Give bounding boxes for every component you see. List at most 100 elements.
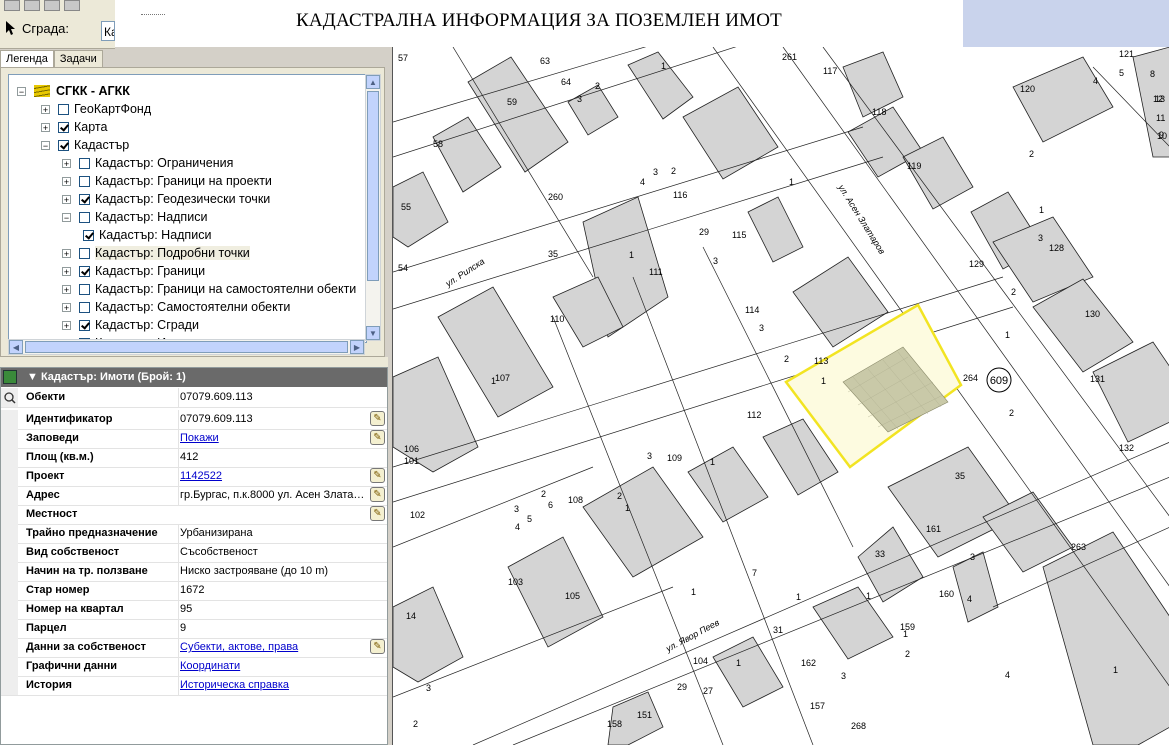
layer-item[interactable]: Кадастър: Надписи xyxy=(83,226,211,244)
layer-item[interactable]: + Кадастър: Сгради xyxy=(62,316,199,334)
property-value: 07079.609.113 xyxy=(178,410,368,429)
panel-splitter[interactable] xyxy=(0,357,388,367)
scroll-left-icon[interactable]: ◀ xyxy=(9,340,23,354)
parcel-number: 2 xyxy=(617,491,622,501)
expand-icon[interactable]: + xyxy=(62,158,71,168)
parcel-number: 105 xyxy=(565,591,580,601)
properties-header[interactable]: ▼ Кадастър: Имоти (Брой: 1) xyxy=(1,368,387,387)
layer-item[interactable]: − Кадастър xyxy=(41,136,129,154)
layer-checkbox[interactable] xyxy=(79,283,90,295)
building-input[interactable]: Ка xyxy=(101,21,115,41)
parcel-number: 2 xyxy=(413,719,418,729)
hscroll-thumb[interactable] xyxy=(25,341,348,353)
map-view[interactable]: 609 ул. Асен Златаров ул. Рилска ул. Яво… xyxy=(392,47,1169,745)
parcel-number: 3 xyxy=(514,504,519,514)
layer-label: Кадастър: Геодезически точки xyxy=(95,192,271,206)
building-search-row: Сграда: xyxy=(4,20,69,36)
row-gutter xyxy=(1,467,18,486)
expand-icon[interactable]: + xyxy=(62,266,71,276)
tree-horizontal-scrollbar[interactable]: ◀ ▶ xyxy=(8,339,365,355)
layer-checkbox[interactable] xyxy=(79,265,90,277)
property-link[interactable]: Историческа справка xyxy=(178,676,368,695)
layer-checkbox[interactable] xyxy=(58,103,69,115)
layer-checkbox[interactable] xyxy=(83,229,94,241)
layer-label: Кадастър: Граници на проекти xyxy=(95,174,272,188)
layer-item[interactable]: + Кадастър: Граници xyxy=(62,262,205,280)
edit-pencil-icon[interactable]: ✎ xyxy=(370,487,385,502)
zoom-to-icon[interactable] xyxy=(1,388,18,407)
objects-row: Обекти 07079.609.113 xyxy=(1,388,387,408)
expand-icon[interactable]: + xyxy=(41,104,50,114)
page-icon[interactable] xyxy=(44,0,60,11)
property-key: Начин на тр. ползване xyxy=(26,565,148,577)
parcel-number: 132 xyxy=(1119,443,1134,453)
building xyxy=(393,586,464,683)
layer-item[interactable]: + Карта xyxy=(41,118,107,136)
refresh-icon[interactable] xyxy=(64,0,80,11)
layer-item[interactable]: + ГеоКартФонд xyxy=(41,100,151,118)
layer-item[interactable]: − Кадастър: Надписи xyxy=(62,208,207,226)
edit-pencil-icon[interactable]: ✎ xyxy=(370,639,385,654)
layer-checkbox[interactable] xyxy=(79,301,90,313)
parcel-number: 4 xyxy=(1093,76,1098,86)
property-row: Вид собственост Съсобственост xyxy=(1,543,387,563)
pointer-tool-icon[interactable] xyxy=(4,0,20,11)
layer-checkbox[interactable] xyxy=(79,247,90,259)
scroll-up-icon[interactable]: ▲ xyxy=(366,75,380,89)
collapse-icon[interactable]: − xyxy=(62,212,71,222)
layer-checkbox[interactable] xyxy=(58,139,69,151)
scroll-right-icon[interactable]: ▶ xyxy=(350,340,364,354)
row-gutter xyxy=(1,562,18,581)
building xyxy=(887,446,1019,558)
layer-item[interactable]: + Кадастър: Граници на проекти xyxy=(62,172,272,190)
parcel-number: 107 xyxy=(495,373,510,383)
expand-icon[interactable]: + xyxy=(62,320,71,330)
tree-root[interactable]: − СГКК - АГКК xyxy=(17,82,130,100)
expand-icon[interactable]: + xyxy=(62,194,71,204)
expand-icon[interactable]: + xyxy=(62,302,71,312)
parcel-number: 1 xyxy=(821,376,826,386)
row-gutter xyxy=(1,429,18,448)
select-arrow-icon[interactable] xyxy=(4,20,18,36)
parcel-number: 2 xyxy=(595,81,600,91)
edit-pencil-icon[interactable]: ✎ xyxy=(370,506,385,521)
layer-item[interactable]: + Кадастър: Ограничения xyxy=(62,154,233,172)
parcel-number: 103 xyxy=(508,577,523,587)
property-link[interactable]: Координати xyxy=(178,657,368,676)
building xyxy=(393,356,479,473)
layer-item[interactable]: + Кадастър: Подробни точки xyxy=(62,244,250,262)
tree-vertical-scrollbar[interactable]: ▲ ▼ xyxy=(365,74,381,341)
layer-checkbox[interactable] xyxy=(58,121,69,133)
layer-item[interactable]: + Кадастър: Граници на самостоятелни обек… xyxy=(62,280,356,298)
layer-checkbox[interactable] xyxy=(79,319,90,331)
property-link[interactable]: Субекти, актове, права xyxy=(178,638,368,657)
edit-pencil-icon[interactable]: ✎ xyxy=(370,411,385,426)
parcel-number: 121 xyxy=(1119,49,1134,59)
street-label: ул. Асен Златаров xyxy=(836,182,888,256)
stop-icon[interactable] xyxy=(24,0,40,11)
layer-checkbox[interactable] xyxy=(79,157,90,169)
layer-item[interactable]: + Кадастър: Геодезически точки xyxy=(62,190,270,208)
parcel-number: 1 xyxy=(796,592,801,602)
property-link[interactable]: Покажи xyxy=(178,429,368,448)
scroll-thumb[interactable] xyxy=(367,91,379,281)
layer-checkbox[interactable] xyxy=(79,175,90,187)
row-gutter xyxy=(1,676,18,695)
layer-checkbox[interactable] xyxy=(79,193,90,205)
collapse-icon[interactable]: − xyxy=(41,140,50,150)
parcel-number: 5 xyxy=(1119,68,1124,78)
layer-checkbox[interactable] xyxy=(79,211,90,223)
parcel-number: 4 xyxy=(640,177,645,187)
expand-icon[interactable]: + xyxy=(41,122,50,132)
edit-pencil-icon[interactable]: ✎ xyxy=(370,468,385,483)
expand-icon[interactable]: + xyxy=(62,248,71,258)
expand-icon[interactable]: + xyxy=(62,284,71,294)
collapse-icon[interactable]: − xyxy=(17,86,26,96)
tab-tasks[interactable]: Задачи xyxy=(53,50,103,68)
expand-icon[interactable]: + xyxy=(62,176,71,186)
parcel-number: 59 xyxy=(507,97,517,107)
edit-pencil-icon[interactable]: ✎ xyxy=(370,430,385,445)
property-link[interactable]: 1142522 xyxy=(178,467,368,486)
layer-item[interactable]: + Кадастър: Самостоятелни обекти xyxy=(62,298,290,316)
scroll-down-icon[interactable]: ▼ xyxy=(366,326,380,340)
